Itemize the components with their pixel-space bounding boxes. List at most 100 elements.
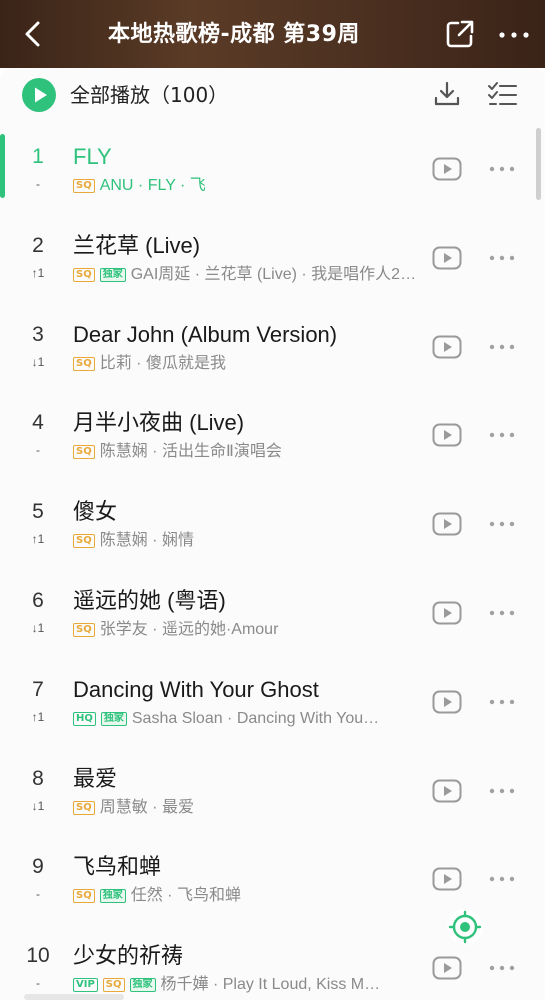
quality-badge: SQ bbox=[73, 179, 95, 193]
album-name: 遥远的她·Amour bbox=[161, 621, 279, 638]
rank-number: 10 bbox=[26, 944, 50, 968]
rank-number: 7 bbox=[32, 677, 44, 701]
more-icon[interactable] bbox=[496, 22, 532, 48]
multi-select-icon[interactable] bbox=[486, 80, 518, 110]
song-meta: SQ 陈慧娴 · 活出生命Ⅱ演唱会 bbox=[73, 441, 425, 463]
play-video-icon[interactable] bbox=[432, 512, 462, 536]
rank-number: 3 bbox=[32, 322, 44, 346]
back-arrow-icon[interactable] bbox=[18, 18, 50, 50]
play-video-icon[interactable] bbox=[432, 246, 462, 270]
play-circle-icon[interactable] bbox=[22, 78, 56, 112]
rank-number: 9 bbox=[32, 855, 44, 879]
more-dots-icon[interactable] bbox=[488, 959, 516, 977]
play-video-icon[interactable] bbox=[432, 601, 462, 625]
song-row[interactable]: 5 ↑1 傻女 SQ 陈慧娴 · 娴情 bbox=[0, 481, 545, 570]
quality-badge: VIP bbox=[73, 978, 98, 993]
more-dots-icon[interactable] bbox=[488, 604, 516, 622]
page-title: 本地热歌榜-成都 第39周 bbox=[108, 22, 360, 47]
rank-number: 4 bbox=[32, 411, 44, 435]
more-dots-icon[interactable] bbox=[488, 426, 516, 444]
rank-number: 6 bbox=[32, 589, 44, 612]
song-meta: SQ 比莉 · 傻瓜就是我 bbox=[73, 353, 425, 375]
list-toolbar: 全部播放（100） bbox=[0, 68, 545, 126]
rank-trend: - bbox=[36, 443, 40, 458]
song-row[interactable]: 7 ↑1 Dancing With Your Ghost HQ 独家 Sasha Sloa… bbox=[0, 659, 545, 748]
play-video-icon[interactable] bbox=[432, 690, 462, 714]
song-row[interactable]: 2 ↑1 兰花草 (Live) SQ 独家 GAI周延 · 兰花草 (Live) · 我是… bbox=[0, 215, 545, 304]
rank-trend: ↓1 bbox=[31, 798, 45, 813]
meta-separator: · bbox=[147, 443, 162, 461]
rank-number: 2 bbox=[32, 233, 44, 257]
play-video-icon[interactable] bbox=[432, 157, 462, 181]
rank-number: 1 bbox=[32, 145, 44, 168]
more-dots-icon[interactable] bbox=[488, 782, 516, 800]
rank-trend: - bbox=[36, 976, 40, 991]
album-name: 最爱 bbox=[161, 798, 194, 816]
rank-trend: - bbox=[36, 177, 40, 191]
share-icon[interactable] bbox=[444, 18, 476, 50]
song-meta: VIP SQ 独家 杨千嬅 · Play It Loud, Kiss M… bbox=[73, 974, 425, 996]
quality-badge: HQ bbox=[73, 711, 96, 726]
more-dots-icon[interactable] bbox=[488, 515, 516, 533]
song-meta: HQ 独家 Sasha Sloan · Dancing With You… bbox=[73, 708, 425, 730]
rank-number: 8 bbox=[32, 766, 44, 790]
quality-badge: 独家 bbox=[99, 267, 126, 282]
artist-name: 比莉 bbox=[99, 354, 132, 372]
quality-badge: SQ bbox=[73, 267, 95, 282]
rank-trend: ↑1 bbox=[31, 532, 45, 547]
song-row[interactable]: 1 - FLY SQ ANU · FLY · 飞 bbox=[0, 126, 545, 215]
quality-badge: SQ bbox=[73, 445, 95, 460]
song-meta: SQ 张学友 · 遥远的她·Amour bbox=[73, 619, 425, 641]
rank-trend: - bbox=[36, 887, 40, 902]
play-video-icon[interactable] bbox=[432, 335, 462, 359]
locate-current-icon[interactable] bbox=[446, 908, 484, 946]
song-title: 飞鸟和蝉 bbox=[73, 854, 162, 880]
now-playing-indicator bbox=[0, 134, 5, 198]
song-title: Dancing With Your Ghost bbox=[73, 676, 319, 702]
song-title: FLY bbox=[73, 144, 112, 169]
download-icon[interactable] bbox=[432, 80, 462, 110]
artist-name: 任然 bbox=[130, 887, 163, 905]
scrollbar[interactable] bbox=[536, 128, 541, 200]
meta-separator: · bbox=[190, 265, 205, 283]
meta-separator: · bbox=[162, 887, 177, 905]
play-video-icon[interactable] bbox=[432, 956, 462, 980]
song-meta: SQ 陈慧娴 · 娴情 bbox=[73, 530, 425, 552]
song-title: Dear John (Album Version) bbox=[73, 321, 338, 347]
more-dots-icon[interactable] bbox=[488, 870, 516, 888]
song-meta: SQ 周慧敏 · 最爱 bbox=[73, 797, 425, 819]
song-row[interactable]: 6 ↓1 遥远的她 (粤语) SQ 张学友 · 遥远的她·Amour bbox=[0, 570, 545, 659]
song-title: 最爱 bbox=[73, 765, 118, 791]
meta-separator: · bbox=[133, 177, 148, 194]
song-row[interactable]: 3 ↓1 Dear John (Album Version) SQ 比莉 · 傻瓜就是我 bbox=[0, 304, 545, 393]
album-name: 活出生命Ⅱ演唱会 bbox=[161, 443, 282, 461]
play-all-button[interactable]: 全部播放（100） bbox=[70, 80, 228, 110]
artist-name: ANU bbox=[99, 177, 134, 194]
play-video-icon[interactable] bbox=[432, 423, 462, 447]
quality-badge: SQ bbox=[73, 623, 95, 637]
meta-separator: · bbox=[131, 354, 146, 372]
more-dots-icon[interactable] bbox=[488, 338, 516, 356]
quality-badge: SQ bbox=[102, 978, 125, 993]
quality-badge: 独家 bbox=[100, 711, 127, 726]
song-title: 兰花草 (Live) bbox=[73, 232, 201, 258]
album-name: FLY · 飞 bbox=[147, 177, 206, 194]
song-list: 1 - FLY SQ ANU · FLY · 飞 2 ↑1 兰花草 (Live) SQ 独家 GAI… bbox=[0, 126, 545, 1000]
song-title: 遥远的她 (粤语) bbox=[73, 588, 226, 613]
play-video-icon[interactable] bbox=[432, 779, 462, 803]
song-title: 少女的祈祷 bbox=[73, 943, 184, 969]
quality-badge: SQ bbox=[73, 889, 95, 904]
more-dots-icon[interactable] bbox=[488, 249, 516, 267]
more-dots-icon[interactable] bbox=[488, 160, 516, 178]
play-video-icon[interactable] bbox=[432, 867, 462, 891]
meta-separator: · bbox=[147, 532, 162, 550]
rank-trend: ↓1 bbox=[31, 621, 45, 635]
album-name: 兰花草 (Live) · 我是唱作人2… bbox=[204, 265, 417, 283]
song-meta: SQ 独家 GAI周延 · 兰花草 (Live) · 我是唱作人2… bbox=[73, 264, 425, 286]
more-dots-icon[interactable] bbox=[488, 693, 516, 711]
quality-badge: SQ bbox=[73, 356, 95, 371]
song-meta: SQ 独家 任然 · 飞鸟和蝉 bbox=[73, 885, 425, 907]
song-row[interactable]: 8 ↓1 最爱 SQ 周慧敏 · 最爱 bbox=[0, 748, 545, 837]
rank-number: 5 bbox=[32, 500, 44, 524]
song-row[interactable]: 4 - 月半小夜曲 (Live) SQ 陈慧娴 · 活出生命Ⅱ演唱会 bbox=[0, 392, 545, 481]
